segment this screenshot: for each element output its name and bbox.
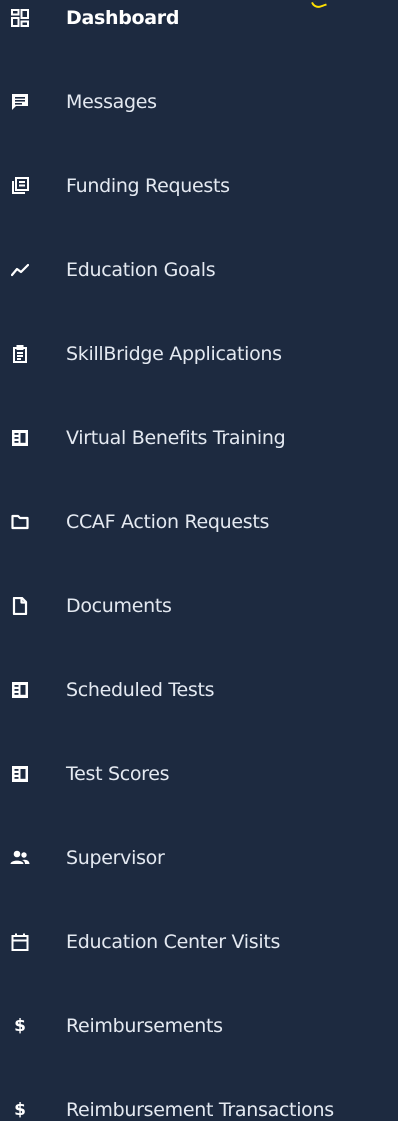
sidebar-item-documents[interactable]: Documents — [0, 564, 398, 648]
sidebar-item-skillbridge-applications[interactable]: SkillBridge Applications — [0, 312, 398, 396]
sidebar-nav: Dashboard Messages Funding Requests Educ… — [0, 0, 398, 1121]
calendar-icon — [10, 932, 30, 952]
sidebar-item-label: Education Center Visits — [66, 931, 281, 953]
trend-line-icon — [10, 260, 30, 280]
sidebar-item-label: Scheduled Tests — [66, 679, 215, 701]
sidebar-item-label: Supervisor — [66, 847, 165, 869]
sidebar-item-education-center-visits[interactable]: Education Center Visits — [0, 900, 398, 984]
sidebar-item-label: Test Scores — [66, 763, 170, 785]
id-card-icon — [10, 428, 30, 448]
people-icon — [10, 848, 30, 868]
dollar-icon: $ — [14, 1016, 26, 1036]
sidebar-item-label: Funding Requests — [66, 175, 230, 197]
sidebar-item-dashboard[interactable]: Dashboard — [0, 0, 398, 60]
sidebar-item-virtual-benefits-training[interactable]: Virtual Benefits Training — [0, 396, 398, 480]
funding-requests-icon — [10, 176, 30, 196]
sidebar-item-reimbursements[interactable]: $ Reimbursements — [0, 984, 398, 1068]
folder-icon — [10, 512, 30, 532]
sidebar-item-messages[interactable]: Messages — [0, 60, 398, 144]
message-icon — [10, 92, 30, 112]
sidebar-item-label: CCAF Action Requests — [66, 511, 270, 533]
sidebar-item-funding-requests[interactable]: Funding Requests — [0, 144, 398, 228]
sidebar-item-reimbursement-transactions[interactable]: $ Reimbursement Transactions — [0, 1068, 398, 1121]
sidebar-item-label: Dashboard — [66, 7, 180, 29]
sidebar-item-label: Virtual Benefits Training — [66, 427, 286, 449]
nav-list: Dashboard Messages Funding Requests Educ… — [0, 0, 398, 1121]
document-icon — [10, 596, 30, 616]
sidebar-item-ccaf-action-requests[interactable]: CCAF Action Requests — [0, 480, 398, 564]
sidebar-item-label: Documents — [66, 595, 172, 617]
sidebar-item-scheduled-tests[interactable]: Scheduled Tests — [0, 648, 398, 732]
clipboard-icon — [10, 344, 30, 364]
dollar-icon: $ — [14, 1100, 26, 1120]
dashboard-icon — [10, 8, 30, 28]
sidebar-item-label: Reimbursement Transactions — [66, 1099, 334, 1121]
sidebar-item-test-scores[interactable]: Test Scores — [0, 732, 398, 816]
sidebar-item-label: Reimbursements — [66, 1015, 223, 1037]
id-card-icon — [10, 680, 30, 700]
sidebar-item-label: Messages — [66, 91, 157, 113]
sidebar-item-supervisor[interactable]: Supervisor — [0, 816, 398, 900]
sidebar-item-label: Education Goals — [66, 259, 216, 281]
sidebar-item-education-goals[interactable]: Education Goals — [0, 228, 398, 312]
id-card-icon — [10, 764, 30, 784]
sidebar-item-label: SkillBridge Applications — [66, 343, 282, 365]
